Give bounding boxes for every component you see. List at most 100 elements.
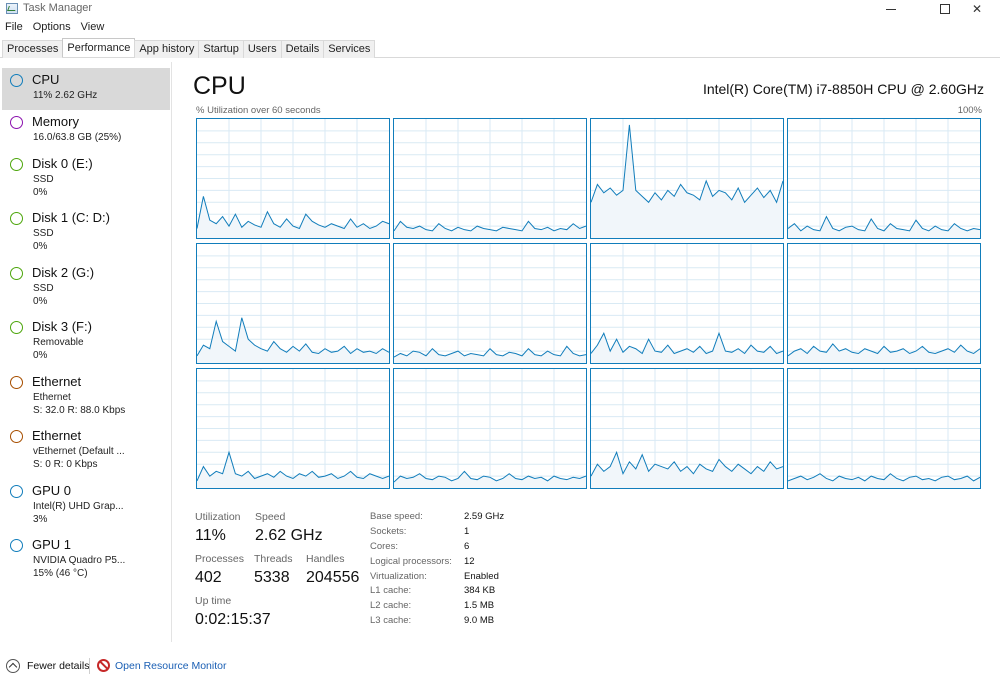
fewer-details-button[interactable]: Fewer details [27,660,89,672]
tab-startup[interactable]: Startup [198,40,244,58]
sidebar-item-usage: 0% [33,241,48,252]
sidebar-item-memory[interactable]: Memory 16.0/63.8 GB (25%) [2,112,170,154]
sidebar-item-detail: 11% 2.62 GHz [33,90,98,101]
cpu-graph-plot [591,119,783,238]
sidebar-item-throughput: S: 32.0 R: 88.0 Kbps [33,405,126,416]
sidebar-item-disk-2[interactable]: Disk 2 (G:) SSD 0% [2,262,170,316]
logical-processor-graphs[interactable] [196,118,982,490]
sidebar-item-disk-0[interactable]: Disk 0 (E:) SSD 0% [2,154,170,208]
tab-details[interactable]: Details [280,40,325,58]
footer-bar: Fewer details Open Resource Monitor [0,652,1000,678]
disk-indicator-icon [10,267,23,280]
sidebar-item-usage: 0% [33,187,48,198]
cpu-graph-9 [196,368,390,489]
processes-value: 402 [195,569,222,586]
cpu-graph-10 [393,368,587,489]
sidebar-item-usage: 0% [33,296,48,307]
cpu-graph-12 [787,368,981,489]
tab-app-history[interactable]: App history [134,40,200,58]
tab-services[interactable]: Services [323,40,376,58]
sidebar-item-title: GPU 1 [32,537,72,552]
spec-value-base-speed: 2.59 GHz [464,511,505,522]
spec-value-l1-cache: 384 KB [464,585,496,596]
menu-file[interactable]: File [0,19,28,37]
spec-value-logical-processors: 12 [464,556,475,567]
spec-key-l2-cache: L2 cache: [370,600,412,611]
sidebar-item-title: Disk 0 (E:) [32,156,93,171]
sidebar-item-title: Ethernet [32,428,82,443]
collapse-chevron-icon[interactable] [6,659,20,673]
graph-max-label: 100% [957,105,982,116]
sidebar-item-title: Disk 1 (C: D:) [32,210,110,225]
cpu-graph-plot [197,369,389,488]
spec-key-cores: Cores: [370,541,398,552]
sidebar-item-gpu-0[interactable]: GPU 0 Intel(R) UHD Grap... 3% [2,478,170,532]
spec-key-virtualization: Virtualization: [370,571,427,582]
sidebar-item-disk-3[interactable]: Disk 3 (F:) Removable 0% [2,316,170,370]
sidebar-item-throughput: S: 0 R: 0 Kbps [33,459,98,470]
sidebar-item-title: Memory [32,114,79,129]
cpu-graph-2 [393,118,587,239]
cpu-graph-4 [787,118,981,239]
cpu-graph-1 [196,118,390,239]
disk-indicator-icon [10,158,23,171]
sidebar-item-vethernet[interactable]: Ethernet vEthernet (Default ... S: 0 R: … [2,424,170,478]
sidebar-item-cpu[interactable]: CPU 11% 2.62 GHz [2,68,170,110]
cpu-graph-plot [591,369,783,488]
cpu-graph-3 [590,118,784,239]
cpu-graph-plot [394,119,586,238]
footer-divider [89,658,90,674]
ethernet-indicator-icon [10,376,23,389]
cpu-graph-8 [787,243,981,364]
utilization-label: Utilization [195,511,241,523]
processes-label: Processes [195,553,245,565]
resource-monitor-icon[interactable] [97,659,110,672]
close-icon: ✕ [971,2,983,16]
sidebar-item-disk-1[interactable]: Disk 1 (C: D:) SSD 0% [2,208,170,262]
disk-indicator-icon [10,212,23,225]
cpu-graph-11 [590,368,784,489]
menu-bar: File Options View [0,19,109,37]
open-resource-monitor-link[interactable]: Open Resource Monitor [115,660,226,672]
spec-value-sockets: 1 [464,526,470,537]
handles-value: 204556 [306,569,360,586]
utilization-value: 11% [195,527,226,544]
cpu-graph-plot [591,244,783,363]
graph-caption: % Utilization over 60 seconds [196,105,321,116]
title-bar: Task Manager ✕ [0,0,1000,18]
close-button[interactable]: ✕ [954,0,1000,18]
tab-performance[interactable]: Performance [62,38,136,57]
tab-processes[interactable]: Processes [2,40,64,58]
sidebar-item-type: Removable [33,337,84,348]
sidebar-item-ethernet[interactable]: Ethernet Ethernet S: 32.0 R: 88.0 Kbps [2,370,170,424]
spec-key-logical-processors: Logical processors: [370,556,452,567]
sidebar-item-title: Disk 2 (G:) [32,265,95,280]
uptime-label: Up time [195,595,232,607]
minimize-button[interactable] [868,0,914,18]
cpu-graph-plot [788,244,980,363]
handles-label: Handles [306,553,345,565]
maximize-icon [940,4,950,14]
sidebar-item-gpu-1[interactable]: GPU 1 NVIDIA Quadro P5... 15% (46 °C) [2,532,170,586]
cpu-graph-7 [590,243,784,364]
speed-value: 2.62 GHz [255,527,323,544]
menu-view[interactable]: View [76,19,110,37]
sidebar-item-type: SSD [33,174,54,185]
menu-options[interactable]: Options [28,19,76,37]
spec-value-l3-cache: 9.0 MB [464,615,495,626]
tab-users[interactable]: Users [242,40,282,58]
cpu-graph-5 [196,243,390,364]
sidebar-item-model: Intel(R) UHD Grap... [33,501,124,512]
threads-value: 5338 [254,569,290,586]
sidebar-item-usage: 3% [33,514,48,525]
sidebar-item-type: SSD [33,228,54,239]
gpu-indicator-icon [10,485,23,498]
cpu-graph-plot [394,369,586,488]
sidebar-item-adapter: vEthernet (Default ... [33,446,125,457]
sidebar-item-usage: 0% [33,350,48,361]
cpu-graph-plot [394,244,586,363]
cpu-model-name: Intel(R) Core(TM) i7-8850H CPU @ 2.60GHz [702,81,984,97]
task-manager-icon [6,3,18,14]
spec-key-sockets: Sockets: [370,526,407,537]
resource-sidebar: CPU 11% 2.62 GHz Memory 16.0/63.8 GB (25… [0,62,172,642]
